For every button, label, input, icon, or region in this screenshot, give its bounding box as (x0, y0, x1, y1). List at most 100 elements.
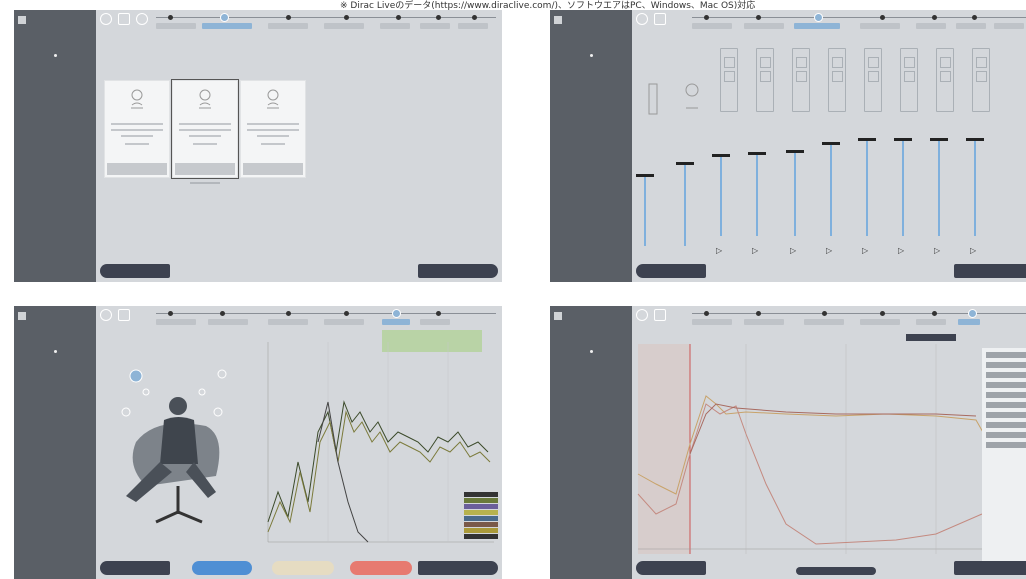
refresh-icon[interactable] (136, 13, 148, 25)
step-dot[interactable] (822, 311, 827, 316)
grid-icon[interactable] (118, 309, 130, 321)
level-fader[interactable]: ▷ (712, 136, 730, 266)
step-dot[interactable] (704, 311, 709, 316)
tab-step-5[interactable] (382, 319, 410, 325)
step-dot[interactable] (472, 15, 477, 20)
tab-step-3[interactable] (268, 319, 308, 325)
tab-step-1[interactable] (692, 23, 732, 29)
step-dot[interactable] (932, 311, 937, 316)
tab-step-1[interactable] (692, 319, 732, 325)
step-dot[interactable] (286, 15, 291, 20)
mic-option-card[interactable] (104, 80, 170, 178)
back-button[interactable] (100, 264, 170, 278)
step-dot[interactable] (880, 15, 885, 20)
back-button[interactable] (636, 264, 706, 278)
tab-step-5[interactable] (916, 319, 946, 325)
tab-step-3[interactable] (804, 319, 844, 325)
next-button[interactable] (954, 264, 1026, 278)
tab-step-6[interactable] (956, 23, 986, 29)
level-fader[interactable]: ▷ (930, 136, 948, 266)
level-fader[interactable]: ▷ (894, 136, 912, 266)
mic-select-button[interactable] (175, 163, 235, 175)
level-fader[interactable]: ▷ (858, 136, 876, 266)
step-dot[interactable] (932, 15, 937, 20)
step-dot[interactable] (756, 15, 761, 20)
tab-step-3[interactable] (268, 23, 308, 29)
tab-step-1[interactable] (156, 23, 196, 29)
level-fader[interactable]: ▷ (966, 136, 984, 266)
mic-option-card[interactable] (240, 80, 306, 178)
speaker-icon (720, 48, 738, 112)
level-fader[interactable] (676, 136, 694, 256)
back-icon[interactable] (636, 309, 648, 321)
tab-target-curve[interactable] (906, 334, 956, 341)
next-button[interactable] (954, 561, 1026, 575)
range-slider[interactable] (796, 567, 876, 575)
next-button[interactable] (418, 561, 498, 575)
filter-response-plot (637, 344, 986, 554)
step-track (156, 313, 496, 314)
step-dot[interactable] (880, 311, 885, 316)
step-dot[interactable] (756, 311, 761, 316)
step-dot-active[interactable] (968, 309, 977, 318)
step-dot[interactable] (286, 311, 291, 316)
level-fader[interactable]: ▷ (822, 136, 840, 266)
tab-step-3[interactable] (794, 23, 840, 29)
position-marker (198, 388, 206, 396)
tab-step-7[interactable] (994, 23, 1024, 29)
screenshot-mic-selection (14, 10, 502, 282)
step-dot[interactable] (168, 15, 173, 20)
play-icon: ▷ (790, 246, 797, 255)
step-dot-active[interactable] (392, 309, 401, 318)
step-dot[interactable] (436, 311, 441, 316)
tab-step-4[interactable] (324, 319, 364, 325)
measure-button[interactable] (192, 561, 252, 575)
grid-icon[interactable] (654, 309, 666, 321)
tab-step-4[interactable] (860, 319, 900, 325)
grid-icon[interactable] (654, 13, 666, 25)
step-dot-active[interactable] (814, 13, 823, 22)
tab-step-7[interactable] (458, 23, 488, 29)
tab-step-6[interactable] (420, 319, 450, 325)
step-dot[interactable] (168, 311, 173, 316)
tab-step-5[interactable] (916, 23, 946, 29)
sidebar (550, 306, 632, 579)
play-icon: ▷ (934, 246, 941, 255)
step-dot[interactable] (972, 15, 977, 20)
step-dot-active[interactable] (220, 13, 229, 22)
tab-step-2[interactable] (744, 23, 784, 29)
speaker-icon (828, 48, 846, 112)
tab-step-4[interactable] (324, 23, 364, 29)
back-icon[interactable] (100, 309, 112, 321)
tab-step-6[interactable] (420, 23, 450, 29)
level-fader[interactable] (636, 136, 654, 256)
tab-step-1[interactable] (156, 319, 196, 325)
step-dot[interactable] (344, 15, 349, 20)
tab-step-2[interactable] (208, 319, 248, 325)
step-dot[interactable] (220, 311, 225, 316)
back-icon[interactable] (636, 13, 648, 25)
tab-step-4[interactable] (860, 23, 900, 29)
speaker-icon (936, 48, 954, 112)
step-dot[interactable] (436, 15, 441, 20)
mic-select-button[interactable] (243, 163, 303, 175)
next-button[interactable] (418, 264, 498, 278)
back-button[interactable] (636, 561, 706, 575)
play-icon: ▷ (898, 246, 905, 255)
level-fader[interactable]: ▷ (748, 136, 766, 266)
mic-option-card-selected[interactable] (171, 79, 239, 179)
tab-step-2[interactable] (202, 23, 252, 29)
back-button[interactable] (100, 561, 170, 575)
level-fader[interactable]: ▷ (786, 136, 804, 266)
back-icon[interactable] (100, 13, 112, 25)
grid-icon[interactable] (118, 13, 130, 25)
tab-step-6[interactable] (958, 319, 980, 325)
step-dot[interactable] (344, 311, 349, 316)
delete-button[interactable] (350, 561, 412, 575)
step-dot[interactable] (396, 15, 401, 20)
tab-step-2[interactable] (744, 319, 784, 325)
tab-step-5[interactable] (380, 23, 410, 29)
mic-select-button[interactable] (107, 163, 167, 175)
step-dot[interactable] (704, 15, 709, 20)
reset-button[interactable] (272, 561, 334, 575)
